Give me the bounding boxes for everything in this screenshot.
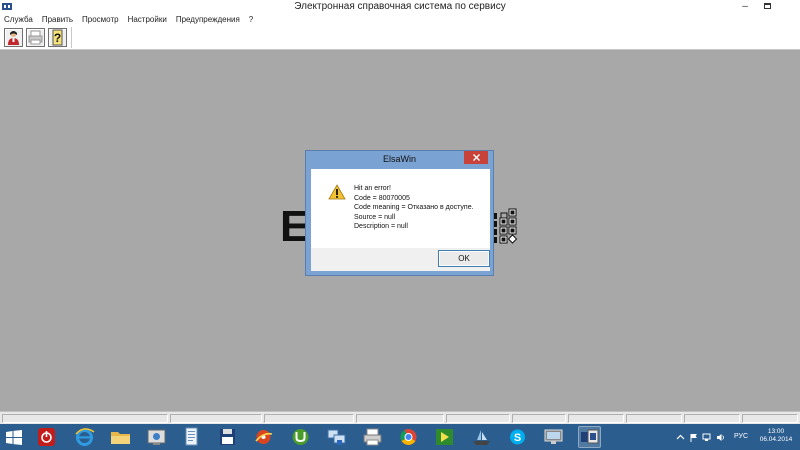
printer-icon	[28, 30, 43, 45]
warning-icon	[328, 184, 346, 200]
svg-text:S: S	[514, 432, 521, 444]
folder-icon[interactable]	[109, 426, 132, 448]
status-cell	[2, 414, 168, 423]
status-cell	[446, 414, 510, 423]
floppy-icon[interactable]	[216, 426, 239, 448]
logo-letter: E	[280, 203, 308, 243]
dialog-footer: OK	[311, 248, 490, 271]
message-line: Hit an error!	[354, 185, 391, 192]
menu-edit[interactable]: Править	[42, 14, 73, 26]
maximize-button[interactable]	[756, 0, 778, 14]
green-app-icon[interactable]	[433, 426, 456, 448]
ok-button[interactable]: OK	[438, 250, 490, 267]
print-button[interactable]	[26, 28, 45, 47]
window-title: Электронная справочная система по сервис…	[294, 1, 506, 12]
user-button[interactable]	[4, 28, 23, 47]
message-line: Description = null	[354, 223, 408, 230]
minimize-button[interactable]: –	[734, 0, 756, 14]
status-cell	[626, 414, 682, 423]
message-line: Source = null	[354, 213, 396, 221]
svg-text:E: E	[280, 203, 308, 243]
power-icon[interactable]	[35, 426, 58, 448]
status-cell	[684, 414, 740, 423]
language-indicator[interactable]: РУС	[734, 433, 748, 440]
tray-volume-icon[interactable]	[716, 433, 725, 442]
screen-icon[interactable]	[542, 426, 565, 448]
menu-settings[interactable]: Настройки	[128, 14, 167, 26]
message-line: Code = 80070005	[354, 194, 410, 202]
close-icon	[472, 154, 480, 161]
skype-icon[interactable]: S	[506, 426, 529, 448]
dialog-message: Hit an error! Code = 80070005 Code meani…	[354, 184, 474, 232]
maximize-icon	[763, 3, 771, 9]
windows-start-icon[interactable]	[6, 430, 22, 445]
printer-taskbar-icon[interactable]	[361, 426, 384, 448]
toolbar-group: ?	[2, 27, 72, 48]
ship-icon[interactable]	[470, 426, 493, 448]
user-icon	[8, 31, 19, 45]
toolbar: ?	[0, 26, 800, 50]
menu-view[interactable]: Просмотр	[82, 14, 119, 26]
chrome-icon[interactable]	[397, 426, 420, 448]
svg-text:?: ?	[54, 31, 61, 45]
elsawin-taskbar-icon[interactable]	[578, 426, 601, 448]
menu-warnings[interactable]: Предупреждения	[176, 14, 240, 26]
title-bar: Электронная справочная система по сервис…	[0, 0, 800, 14]
control-panel-icon[interactable]	[145, 426, 168, 448]
clock-time: 13:00	[767, 428, 785, 435]
clock-date: 06.04.2014	[759, 436, 793, 443]
status-cell	[264, 414, 354, 423]
menu-bar: Служба Править Просмотр Настройки Предуп…	[0, 14, 800, 26]
network-icon[interactable]	[325, 426, 348, 448]
menu-help[interactable]: ?	[249, 14, 253, 26]
status-cell	[742, 414, 798, 423]
tray-up-arrow-icon[interactable]	[676, 433, 685, 442]
dialog-body: Hit an error! Code = 80070005 Code meani…	[311, 169, 490, 248]
status-cell	[170, 414, 262, 423]
status-cell	[568, 414, 624, 423]
tray-network-icon[interactable]	[702, 433, 711, 442]
menu-service[interactable]: Служба	[4, 14, 33, 26]
status-cell	[512, 414, 566, 423]
taskbar: S РУС 13:00 06.04.2014	[0, 424, 800, 450]
ie-icon[interactable]	[73, 426, 96, 448]
media-icon[interactable]	[252, 426, 275, 448]
status-bar	[0, 411, 800, 424]
dialog-close-button[interactable]	[464, 151, 488, 164]
help-icon: ?	[52, 29, 63, 46]
logo-grid-icon	[491, 208, 518, 244]
message-line: Code meaning = Отказано в доступе.	[354, 204, 474, 211]
system-clock[interactable]: 13:00 06.04.2014	[756, 428, 796, 444]
error-dialog: ElsaWin Hit an error! Code = 80070005 Co…	[305, 150, 494, 276]
tray-flag-icon[interactable]	[689, 433, 698, 442]
help-button[interactable]: ?	[48, 28, 67, 47]
status-cell	[356, 414, 444, 423]
document-icon[interactable]	[180, 426, 203, 448]
utorrent-icon[interactable]	[289, 426, 312, 448]
